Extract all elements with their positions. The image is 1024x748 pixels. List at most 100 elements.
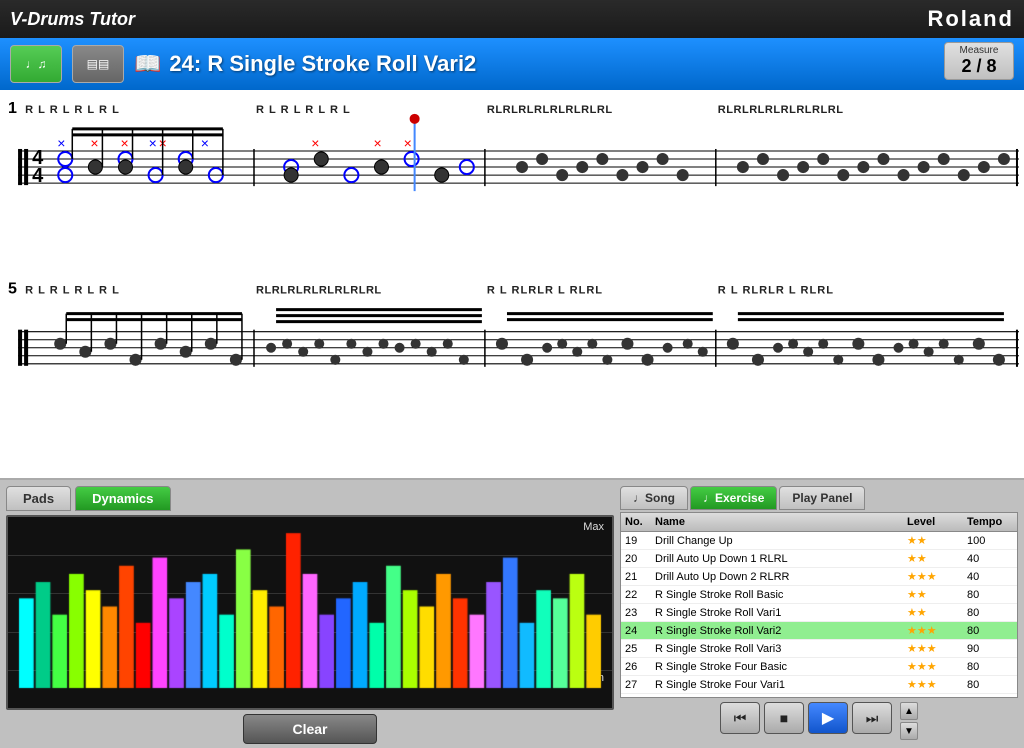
notation-view-button[interactable]: ♩♫	[10, 45, 62, 83]
svg-text:4: 4	[32, 165, 44, 187]
song-level: ★★	[905, 605, 965, 620]
col-level: Level	[905, 515, 965, 529]
dynamics-display: Max Min	[6, 515, 614, 710]
song-name: Drill Auto Up Down 1 RLRL	[653, 552, 905, 566]
song-name: R Single Stroke Roll Vari1	[653, 606, 905, 620]
play-button[interactable]: ▶	[808, 702, 848, 734]
clear-button-container: Clear	[6, 714, 614, 744]
bottom-section: Pads Dynamics Max Min Clear ♩Song	[0, 480, 1024, 748]
song-name: Drill Auto Up Down 2 RLRR	[653, 570, 905, 584]
svg-text:1: 1	[8, 99, 17, 117]
grid-view-button[interactable]: ▤▤	[72, 45, 124, 83]
prev-button[interactable]: ⏮	[720, 702, 760, 734]
score-notation: 1 R L R L R L R L R L R L R L R L RLRLRL…	[0, 90, 1024, 478]
song-tempo: 80	[965, 678, 1015, 692]
song-no: 21	[623, 570, 653, 584]
song-row[interactable]: 22 R Single Stroke Roll Basic ★★ 80	[621, 586, 1017, 604]
left-panel: Pads Dynamics Max Min Clear	[0, 480, 620, 748]
song-no: 25	[623, 642, 653, 656]
svg-text:×: ×	[404, 135, 412, 151]
song-name: Drill Change Up	[653, 534, 905, 548]
book-icon: 📖	[134, 51, 161, 77]
col-no: No.	[623, 515, 653, 529]
song-level: ★★★	[905, 641, 965, 656]
measure-label: Measure	[953, 45, 1005, 56]
song-name: R Single Stroke Roll Vari3	[653, 642, 905, 656]
song-row[interactable]: 20 Drill Auto Up Down 1 RLRL ★★ 40	[621, 550, 1017, 568]
song-tab-button[interactable]: ♩Song	[620, 486, 688, 510]
song-row[interactable]: 19 Drill Change Up ★★ 100	[621, 532, 1017, 550]
song-level: ★★	[905, 587, 965, 602]
song-no: 27	[623, 678, 653, 692]
song-name: R Single Stroke Roll Basic	[653, 588, 905, 602]
song-name: R Single Stroke Four Vari1	[653, 678, 905, 692]
score-area: 1 R L R L R L R L R L R L R L R L RLRLRL…	[0, 90, 1024, 480]
song-row[interactable]: 24 R Single Stroke Roll Vari2 ★★★ 80	[621, 622, 1017, 640]
grid-icon: ▤▤	[87, 57, 110, 71]
measure-value: 2 / 8	[953, 56, 1005, 77]
song-level: ★★★	[905, 623, 965, 638]
transport-controls: ⏮ ■ ▶ ⏭ ▲ ▼	[620, 698, 1018, 742]
song-row[interactable]: 25 R Single Stroke Roll Vari3 ★★★ 90	[621, 640, 1017, 658]
svg-text:×: ×	[90, 135, 98, 151]
exercise-tab-button[interactable]: ♩Exercise	[690, 486, 777, 510]
song-tempo: 80	[965, 660, 1015, 674]
play-panel-tab-button[interactable]: Play Panel	[779, 486, 865, 510]
svg-text:×: ×	[311, 135, 319, 151]
svg-text:×: ×	[120, 135, 128, 151]
clear-button[interactable]: Clear	[243, 714, 376, 744]
header-bar: ♩♫ ▤▤ 📖 24: R Single Stroke Roll Vari2 M…	[0, 38, 1024, 90]
song-level: ★★	[905, 551, 965, 566]
right-tabs: ♩Song ♩Exercise Play Panel	[620, 486, 1018, 510]
song-row[interactable]: 26 R Single Stroke Four Basic ★★★ 80	[621, 658, 1017, 676]
svg-text:×: ×	[57, 135, 65, 151]
song-level: ★★★	[905, 569, 965, 584]
notation-icon: ♩♫	[26, 57, 47, 71]
song-tempo: 40	[965, 552, 1015, 566]
song-tempo: 80	[965, 588, 1015, 602]
song-list: 19 Drill Change Up ★★ 100 20 Drill Auto …	[621, 532, 1017, 694]
song-name: R Single Stroke Roll Vari2	[653, 624, 905, 638]
song-tempo: 80	[965, 624, 1015, 638]
song-no: 20	[623, 552, 653, 566]
scroll-up-button[interactable]: ▲	[900, 702, 918, 720]
song-row[interactable]: 27 R Single Stroke Four Vari1 ★★★ 80	[621, 676, 1017, 694]
svg-text:R L RLRLR L RLRL: R L RLRLR L RLRL	[718, 285, 834, 297]
song-tempo: 90	[965, 642, 1015, 656]
song-row[interactable]: 21 Drill Auto Up Down 2 RLRR ★★★ 40	[621, 568, 1017, 586]
song-no: 23	[623, 606, 653, 620]
svg-text:×: ×	[201, 135, 209, 151]
top-bar: V-Drums Tutor Roland	[0, 0, 1024, 38]
svg-text:R L R L R L R L: R L R L R L R L	[25, 285, 120, 297]
col-tempo: Tempo	[965, 515, 1015, 529]
song-row[interactable]: 23 R Single Stroke Roll Vari1 ★★ 80	[621, 604, 1017, 622]
svg-text:RLRLRLRLRLRLRLRL: RLRLRLRLRLRLRLRL	[256, 285, 382, 297]
song-level: ★★★	[905, 659, 965, 674]
song-title-area: 📖 24: R Single Stroke Roll Vari2	[134, 51, 1014, 77]
song-no: 26	[623, 660, 653, 674]
svg-text:5: 5	[8, 280, 17, 298]
roland-logo: Roland	[927, 6, 1014, 32]
svg-text:R L R L R L R L: R L R L R L R L	[25, 104, 120, 116]
song-list-header: No. Name Level Tempo	[621, 513, 1017, 532]
tab-pads-button[interactable]: Pads	[6, 486, 71, 511]
fast-forward-button[interactable]: ⏭	[852, 702, 892, 734]
song-no: 19	[623, 534, 653, 548]
song-level: ★★	[905, 533, 965, 548]
col-name: Name	[653, 515, 905, 529]
svg-text:R L R L R L R L: R L R L R L R L	[256, 104, 351, 116]
panel-tabs: Pads Dynamics	[6, 486, 614, 511]
stop-button[interactable]: ■	[764, 702, 804, 734]
song-title: 24: R Single Stroke Roll Vari2	[169, 51, 476, 77]
svg-text:×: ×	[149, 135, 157, 151]
song-name: R Single Stroke Four Basic	[653, 660, 905, 674]
svg-text:RLRLRLRLRLRLRLRL: RLRLRLRLRLRLRLRL	[487, 104, 613, 116]
song-tempo: 40	[965, 570, 1015, 584]
svg-text:RLRLRLRLRLRLRLRL: RLRLRLRLRLRLRLRL	[718, 104, 844, 116]
song-no: 22	[623, 588, 653, 602]
tab-dynamics-button[interactable]: Dynamics	[75, 486, 170, 511]
svg-text:×: ×	[373, 135, 381, 151]
song-no: 24	[623, 624, 653, 638]
scroll-down-button[interactable]: ▼	[900, 722, 918, 740]
song-tempo: 100	[965, 534, 1015, 548]
